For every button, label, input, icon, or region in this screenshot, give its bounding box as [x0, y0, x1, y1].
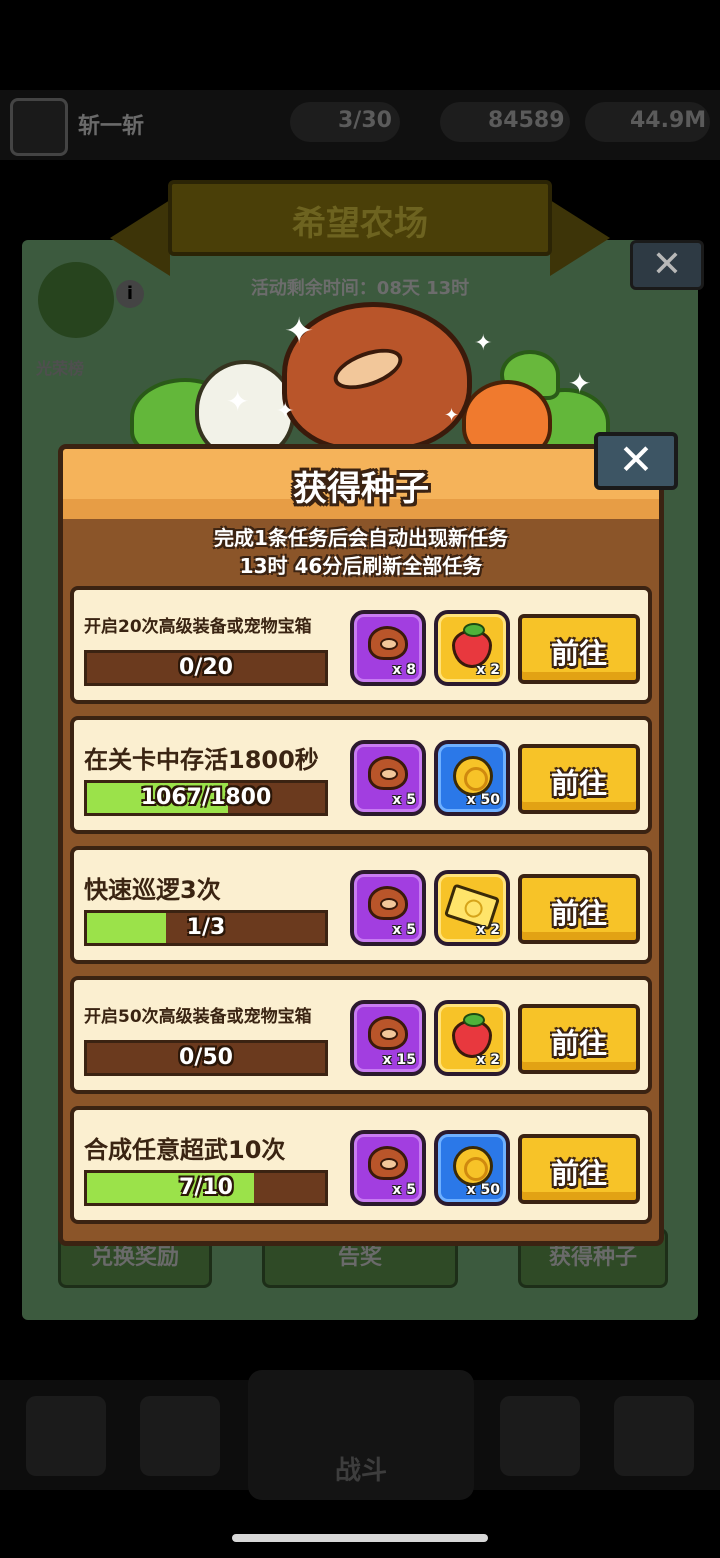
sparkle-icon: ✦ — [276, 399, 295, 424]
nav-battle-label: 战斗 — [334, 1456, 387, 1486]
go-button[interactable]: 前往 — [518, 1134, 640, 1204]
progress-text: 0/20 — [179, 655, 233, 680]
rank-tree-icon — [38, 262, 114, 338]
task-progress-bar: 1067/1800 — [84, 780, 328, 816]
nav-equipment-icon — [140, 1396, 220, 1476]
dialog-intro: 完成1条任务后会自动出现新任务 13时 46分后刷新全部任务 — [58, 524, 664, 580]
gem-stat: 84589 — [488, 108, 565, 133]
reward-count: x 5 — [392, 922, 416, 938]
reward-count: x 5 — [392, 1182, 416, 1198]
reward-slot[interactable]: x 5 — [350, 1130, 426, 1206]
task-card: 开启20次高级装备或宠物宝箱 0/20 x 8 x 2 前往 — [70, 586, 652, 704]
task-card: 快速巡逻3次 1/3 x 5 x 2 前往 — [70, 846, 652, 964]
reward-slot[interactable]: x 8 — [350, 610, 426, 686]
reward-slot[interactable]: x 2 — [434, 610, 510, 686]
reward-count: x 5 — [392, 792, 416, 808]
go-button-label: 前往 — [550, 1027, 607, 1060]
banner-ribbon-right — [550, 200, 610, 276]
task-progress-bar: 0/20 — [84, 650, 328, 686]
sparkle-icon: ✦ — [284, 311, 315, 352]
progress-text: 1/3 — [186, 915, 226, 940]
player-avatar — [10, 98, 68, 156]
reward-slot[interactable]: x 15 — [350, 1000, 426, 1076]
go-button-label: 前往 — [550, 1157, 607, 1190]
go-button[interactable]: 前往 — [518, 614, 640, 684]
bean-icon — [368, 1146, 408, 1180]
sparkle-icon: ✦ — [568, 367, 592, 400]
go-button[interactable]: 前往 — [518, 1004, 640, 1074]
home-indicator[interactable] — [232, 1534, 488, 1542]
rank-label: 光荣榜 — [36, 359, 85, 378]
sparkle-icon: ✦ — [226, 385, 250, 418]
sparkle-icon: ✦ — [444, 405, 460, 426]
bean-icon — [368, 756, 408, 790]
bean-icon — [368, 886, 408, 920]
task-card: 合成任意超武10次 7/10 x 5 x 50 前往 — [70, 1106, 652, 1224]
task-title: 开启20次高级装备或宠物宝箱 — [84, 617, 312, 637]
reward-count: x 50 — [466, 792, 500, 808]
reward-count: x 2 — [476, 1052, 500, 1068]
dialog-title: 获得种子 — [293, 469, 429, 509]
reward-slot[interactable]: x 5 — [350, 870, 426, 946]
reward-count: x 2 — [476, 922, 500, 938]
reward-slot[interactable]: x 50 — [434, 1130, 510, 1206]
coin-icon — [453, 756, 493, 796]
intro-line: 完成1条任务后会自动出现新任务 — [214, 526, 508, 550]
progress-text: 1067/1800 — [140, 785, 272, 810]
nav-shop-icon — [26, 1396, 106, 1476]
task-progress-bar: 7/10 — [84, 1170, 328, 1206]
go-button-label: 前往 — [550, 767, 607, 800]
gold-stat: 44.9M — [630, 108, 707, 133]
go-button-label: 前往 — [550, 897, 607, 930]
dialog-header: 获得种子 — [63, 449, 659, 519]
reward-count: x 15 — [382, 1052, 416, 1068]
progress-text: 0/50 — [179, 1045, 233, 1070]
reward-slot[interactable]: x 2 — [434, 1000, 510, 1076]
task-progress-bar: 1/3 — [84, 910, 328, 946]
bean-icon — [368, 626, 408, 660]
reward-slot[interactable]: x 5 — [350, 740, 426, 816]
energy-stat: 3/30 — [338, 108, 392, 133]
reward-count: x 50 — [466, 1182, 500, 1198]
task-progress-bar: 0/50 — [84, 1040, 328, 1076]
task-title: 合成任意超武10次 — [84, 1136, 286, 1164]
nav-skills-icon — [500, 1396, 580, 1476]
coin-icon — [453, 1146, 493, 1186]
player-name: 斩一斩 — [78, 114, 145, 139]
event-close-icon: ✕ — [630, 240, 704, 290]
bean-icon — [368, 1016, 408, 1050]
reward-slot[interactable]: x 2 — [434, 870, 510, 946]
reward-count: x 2 — [476, 662, 500, 678]
banner-ribbon-left — [110, 200, 170, 276]
task-card: 在关卡中存活1800秒 1067/1800 x 5 x 50 前往 — [70, 716, 652, 834]
nav-map-icon — [614, 1396, 694, 1476]
task-title: 在关卡中存活1800秒 — [84, 746, 319, 774]
reward-slot[interactable]: x 50 — [434, 740, 510, 816]
reward-count: x 8 — [392, 662, 416, 678]
task-title: 快速巡逻3次 — [84, 876, 221, 904]
event-title: 希望农场 — [292, 204, 428, 244]
progress-text: 7/10 — [179, 1175, 233, 1200]
info-icon: i — [116, 280, 144, 308]
go-button[interactable]: 前往 — [518, 874, 640, 944]
go-button[interactable]: 前往 — [518, 744, 640, 814]
sparkle-icon: ✦ — [474, 331, 493, 356]
go-button-label: 前往 — [550, 637, 607, 670]
task-title: 开启50次高级装备或宠物宝箱 — [84, 1007, 312, 1027]
task-card: 开启50次高级装备或宠物宝箱 0/50 x 15 x 2 前往 — [70, 976, 652, 1094]
refresh-timer: 13时 46分后刷新全部任务 — [239, 554, 483, 578]
close-button[interactable]: ✕ — [594, 432, 678, 490]
